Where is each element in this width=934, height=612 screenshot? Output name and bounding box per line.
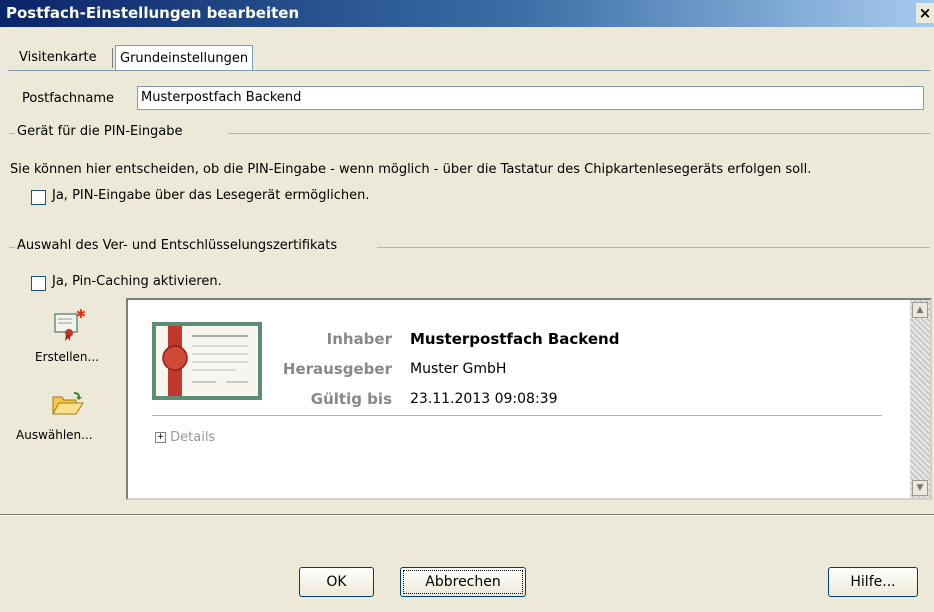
create-certificate-icon: ✱ <box>54 308 86 341</box>
details-label: Details <box>170 430 216 445</box>
pin-reader-checkbox[interactable] <box>31 190 46 205</box>
close-button[interactable]: × <box>916 3 934 23</box>
select-certificate-button[interactable]: Auswählen... <box>16 382 126 454</box>
scroll-up-button[interactable]: ▲ <box>912 302 928 318</box>
tab-underline <box>8 70 930 71</box>
vertical-scrollbar[interactable]: ▲ ▼ <box>910 300 930 498</box>
pin-caching-label: Ja, Pin-Caching aktivieren. <box>52 274 222 289</box>
open-folder-icon <box>52 392 84 415</box>
expand-icon: + <box>155 432 166 443</box>
certificate-panel: Inhaber Musterpostfach Backend Herausgeb… <box>126 298 932 500</box>
details-separator <box>152 415 882 416</box>
details-expander[interactable]: + Details <box>155 430 215 445</box>
help-button[interactable]: Hilfe... <box>828 567 918 597</box>
certificate-image <box>152 322 262 400</box>
group-border <box>377 247 930 248</box>
valid-until-value: 23.11.2013 09:08:39 <box>410 391 558 407</box>
select-label: Auswählen... <box>16 428 93 442</box>
mailbox-name-label: Postfachname <box>22 91 114 106</box>
pin-reader-label: Ja, PIN-Eingabe über das Lesegerät ermög… <box>52 188 370 203</box>
tab-grundeinstellungen[interactable]: Grundeinstellungen <box>115 45 254 71</box>
cert-group-title: Auswahl des Ver- und Entschlüsselungszer… <box>17 238 338 253</box>
create-label: Erstellen... <box>35 350 99 364</box>
certificate-seal-icon <box>156 326 258 396</box>
pin-group-title: Gerät für die PIN-Eingabe <box>17 124 183 139</box>
window-title: Postfach-Einstellungen bearbeiten <box>6 4 300 22</box>
mailbox-name-input[interactable]: Musterpostfach Backend <box>137 86 924 110</box>
valid-until-label: Gültig bis <box>310 390 392 408</box>
create-certificate-button[interactable]: ✱ Erstellen... <box>30 306 126 366</box>
svg-text:✱: ✱ <box>76 308 86 321</box>
footer-divider-highlight <box>0 515 934 516</box>
group-border <box>9 247 15 248</box>
tab-separator <box>112 48 113 68</box>
title-bar: Postfach-Einstellungen bearbeiten × <box>0 0 934 27</box>
owner-label: Inhaber <box>326 330 392 348</box>
scroll-down-button[interactable]: ▼ <box>912 480 928 496</box>
tab-visitenkarte[interactable]: Visitenkarte <box>15 47 101 69</box>
arrow-down-icon: ▼ <box>916 483 924 493</box>
issuer-label: Herausgeber <box>282 360 392 378</box>
pin-description: Sie können hier entscheiden, ob die PIN-… <box>10 162 812 177</box>
pin-caching-checkbox[interactable] <box>31 276 46 291</box>
cancel-button[interactable]: Abbrechen <box>400 567 526 597</box>
group-border <box>9 133 15 134</box>
group-border <box>228 133 930 134</box>
issuer-value: Muster GmbH <box>410 361 507 377</box>
ok-button[interactable]: OK <box>299 567 374 597</box>
arrow-up-icon: ▲ <box>916 305 924 315</box>
owner-value: Musterpostfach Backend <box>410 330 620 348</box>
